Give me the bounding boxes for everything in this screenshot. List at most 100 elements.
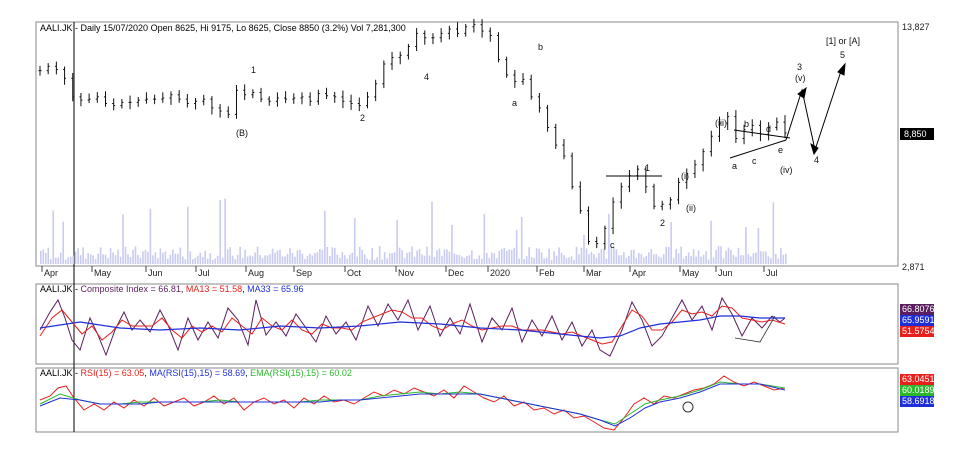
volume-bar — [505, 250, 508, 264]
volume-bar — [356, 256, 359, 264]
volume-bar — [730, 249, 732, 264]
volume-bar — [642, 257, 645, 264]
volume-bar — [211, 259, 214, 264]
volume-bar — [249, 255, 251, 264]
volume-bar — [757, 227, 760, 264]
volume-bar — [214, 258, 217, 264]
volume-bar — [725, 250, 727, 264]
price-bar — [177, 90, 181, 103]
composite-value: Composite Index = 66.81 — [81, 284, 181, 294]
volume-bar — [229, 247, 231, 264]
price-bar — [316, 89, 320, 105]
price-bar — [537, 93, 541, 113]
volume-bar — [603, 248, 605, 264]
volume-bar — [745, 227, 747, 264]
volume-bar — [309, 253, 311, 264]
volume-bar — [692, 249, 695, 264]
volume-bar — [201, 256, 204, 264]
volume-bar — [717, 246, 720, 264]
x-tick-label: Dec — [448, 268, 465, 278]
volume-bar — [770, 258, 772, 264]
x-tick-label: Jul — [198, 268, 210, 278]
volume-bar — [261, 257, 264, 264]
volume-bar — [446, 249, 448, 264]
volume-bar — [378, 246, 381, 264]
price-bar — [341, 90, 345, 109]
volume-bar — [194, 257, 197, 264]
volume-bar — [433, 257, 436, 264]
volume-bar — [525, 256, 528, 264]
volume-bar — [625, 257, 628, 264]
volume-bar — [720, 246, 722, 264]
volume-bar — [595, 257, 598, 264]
x-tick-label: Jun — [148, 268, 163, 278]
volume-bar — [67, 257, 70, 264]
price-bar — [349, 94, 353, 110]
wave-label: 1 — [251, 65, 256, 75]
volume-bar — [675, 248, 677, 264]
price-bar — [587, 206, 591, 245]
volume-bar — [57, 257, 60, 264]
price-bar — [570, 152, 574, 190]
volume-bar — [735, 256, 737, 264]
volume-bar — [710, 220, 712, 264]
volume-bar — [77, 248, 79, 264]
volume-bar — [393, 252, 396, 264]
volume-bar — [199, 252, 202, 264]
volume-bar — [373, 259, 376, 264]
volume-bar — [593, 253, 595, 264]
price-bar — [611, 197, 615, 235]
volume-bar — [598, 252, 600, 264]
volume-bar — [279, 249, 281, 264]
volume-bar — [187, 206, 189, 264]
volume-bar — [443, 249, 446, 264]
volume-bar — [259, 255, 261, 264]
volume-bar — [348, 254, 351, 264]
price-bar — [562, 138, 566, 160]
price-bar — [521, 73, 525, 85]
price-bar — [194, 97, 198, 110]
volume-bar — [244, 250, 246, 264]
wave-label: 2 — [660, 218, 665, 228]
wave-label: e — [778, 145, 783, 155]
price-bar — [595, 236, 599, 249]
volume-bar — [528, 247, 530, 264]
wave-labels: 1 (B) 2 4 b a c 1 2 (i) (ii) (iii) (iv) … — [236, 36, 860, 250]
volume-bar — [174, 253, 177, 264]
volume-bar — [580, 247, 583, 264]
volume-bar — [737, 247, 740, 264]
volume-bar — [326, 246, 329, 264]
price-bar — [636, 165, 640, 180]
wave-label: (iii) — [715, 118, 727, 128]
volume-bar — [481, 258, 483, 264]
volume-bar — [545, 257, 548, 264]
volume-bar — [266, 255, 269, 264]
price-bar — [300, 92, 304, 105]
volume-bar — [650, 249, 653, 264]
volume-bar — [428, 255, 431, 264]
price-bar — [439, 28, 443, 43]
wave-label: c — [752, 156, 757, 166]
volume-bar — [264, 255, 266, 264]
volume-bar — [179, 247, 182, 264]
price-bar — [709, 130, 713, 157]
price-bar — [243, 84, 247, 101]
volume-bar — [640, 254, 643, 264]
wave-label: 3 — [797, 62, 802, 72]
price-bar — [210, 96, 214, 115]
volume-bar — [301, 253, 304, 264]
price-bar — [447, 25, 451, 40]
ma33-last-label: 65.9591 — [902, 315, 935, 325]
volume-bar — [665, 246, 668, 264]
x-axis-ticks: Apr May Jun Jul Aug Sep Oct Nov Dec 2020 Feb Mar Apr… — [41, 266, 778, 278]
price-bar — [750, 119, 754, 137]
volume-bar — [451, 224, 453, 264]
price-bar — [415, 28, 419, 52]
price-bar — [374, 79, 378, 102]
price-bar — [513, 69, 517, 88]
volume-bar — [555, 255, 558, 264]
volume-bar — [401, 250, 403, 264]
volume-bar — [224, 198, 226, 264]
volume-bar — [236, 254, 239, 264]
price-bar — [325, 87, 329, 99]
